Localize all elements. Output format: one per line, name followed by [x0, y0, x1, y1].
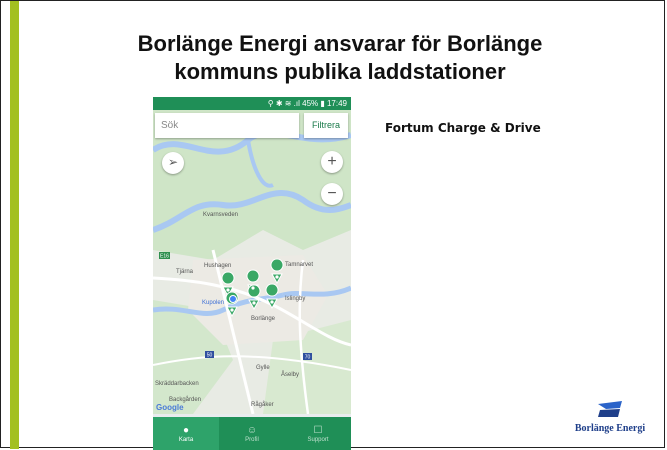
nav-label-support: Support [307, 436, 329, 443]
company-logo: Borlänge Energi [574, 400, 646, 434]
nav-item-karta[interactable]: ● Karta [153, 417, 219, 450]
map-label-islingby: Islingby [285, 296, 305, 302]
map-label-tamnarvet: Tamnarvet [285, 262, 313, 268]
logo-mark [598, 401, 622, 417]
map-label-skraddarbacken: Skräddarbacken [155, 381, 199, 387]
search-input[interactable]: Sök [155, 113, 299, 138]
logo-text: Borlänge Energi [574, 423, 646, 434]
map-label-aselby: Åselby [281, 371, 299, 378]
road-label-70: 70 [305, 355, 311, 361]
phone-screenshot: ⚲ ✱ ≋ .ıl 45% ▮ 17:49 E16 50 70 Kvarnsve… [153, 97, 351, 450]
nav-label-profil: Profil [245, 436, 259, 443]
profile-icon: ☺ [246, 424, 258, 436]
map-label-kvarnsveden: Kvarnsveden [203, 212, 238, 218]
map-label-borlange: Borlänge [251, 316, 276, 322]
side-caption: Fortum Charge & Drive [385, 121, 541, 135]
map[interactable]: E16 50 70 Kvarnsveden Tjärna Hushagen Ta… [153, 110, 351, 414]
zoom-in-button[interactable]: + [321, 151, 343, 173]
title-line-1: Borlänge Energi ansvarar för Borlänge [137, 31, 543, 56]
map-label-ragaker: Rågåker [251, 401, 274, 408]
plus-icon: + [327, 153, 337, 170]
status-bar: ⚲ ✱ ≋ .ıl 45% ▮ 17:49 [153, 97, 351, 110]
slide-title: Borlänge Energi ansvarar för Borlänge ko… [30, 30, 650, 86]
nav-label-karta: Karta [178, 436, 194, 443]
zoom-out-button[interactable]: − [321, 183, 343, 205]
map-label-backgarden: Backgården [169, 396, 201, 403]
google-logo: Google [156, 403, 184, 412]
map-label-hushagen: Hushagen [204, 263, 231, 269]
title-line-2: kommuns publika laddstationer [174, 59, 506, 84]
road-label-50: 50 [207, 353, 213, 359]
minus-icon: − [327, 185, 337, 202]
status-bar-text: ⚲ ✱ ≋ .ıl 45% ▮ 17:49 [267, 99, 347, 108]
search-placeholder: Sök [161, 120, 179, 131]
filter-button[interactable]: Filtrera [304, 113, 348, 138]
road-label-e16: E16 [160, 254, 169, 260]
nav-item-profil[interactable]: ☺ Profil [219, 417, 285, 450]
navigation-arrow-icon: ➢ [167, 155, 179, 169]
map-label-gylle: Gylle [256, 365, 270, 371]
map-pin-icon: ● [182, 424, 190, 436]
map-label-tjarna: Tjärna [176, 269, 194, 275]
current-location-dot [229, 295, 237, 303]
map-label-kupolen: Kupolen [202, 300, 224, 306]
bottom-navigation: ● Karta ☺ Profil ☐ Support [153, 417, 351, 450]
accent-bar [10, 1, 19, 449]
locate-button[interactable]: ➢ [162, 152, 184, 174]
nav-item-support[interactable]: ☐ Support [285, 417, 351, 450]
chat-icon: ☐ [313, 424, 323, 436]
